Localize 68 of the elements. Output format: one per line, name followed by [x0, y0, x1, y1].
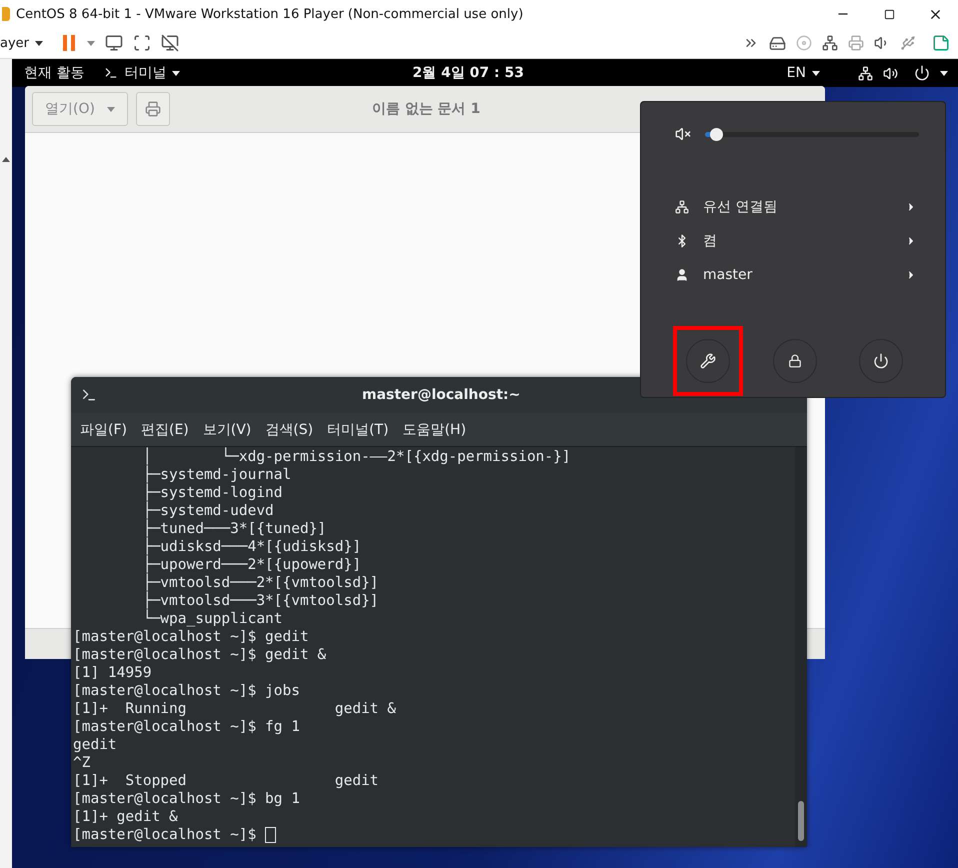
terminal-line: ├─tuned───3*[{tuned}] — [142, 520, 326, 537]
lock-icon — [788, 354, 802, 368]
terminal-line: [1]+ Running gedit & — [73, 700, 396, 718]
power-icon — [873, 353, 889, 369]
settings-button[interactable] — [686, 339, 730, 383]
terminal-title: master@localhost:~ — [362, 387, 520, 403]
terminal-line: ├─systemd-logind — [142, 484, 283, 501]
terminal-line: ├─systemd-udevd — [142, 502, 274, 519]
menu-item[interactable]: 켬 — [641, 224, 945, 258]
terminal-line: [master@localhost ~]$ fg 1 — [73, 718, 300, 736]
input-source-menu[interactable]: EN — [776, 65, 830, 81]
power-icon — [914, 65, 930, 81]
speaker-muted-icon — [675, 126, 691, 142]
terminal-line: [1]+ Stopped gedit — [73, 772, 379, 790]
player-menu[interactable]: ayer — [0, 36, 44, 50]
lock-button[interactable] — [772, 339, 816, 383]
caret-icon[interactable] — [87, 40, 96, 46]
menu-item[interactable]: 편집(E) — [134, 420, 196, 438]
terminal-line: ├─upowerd───2*[{upowerd}] — [142, 556, 362, 573]
pause-button[interactable] — [61, 34, 78, 52]
terminal-line: [master@localhost ~]$ bg 1 — [73, 790, 300, 808]
terminal-line: │ └─xdg-permission-——2*[{xdg-permission-}] — [142, 448, 571, 465]
power-off-button[interactable] — [859, 339, 903, 383]
clock[interactable]: 2월 4일 07 : 53 — [412, 64, 524, 82]
usb-icon[interactable] — [900, 35, 916, 51]
terminal-line: [master@localhost ~]$ gedit — [73, 628, 309, 646]
menu-item[interactable]: 파일(F) — [73, 420, 134, 438]
menu-item[interactable]: 도움말(H) — [396, 420, 474, 438]
terminal-line: [master@localhost ~]$ jobs — [73, 682, 300, 700]
maximize-icon — [884, 8, 894, 20]
activities-button[interactable]: 현재 활동 — [14, 64, 94, 82]
menu-item[interactable]: 보기(V) — [196, 420, 258, 438]
terminal-line: ├─vmtoolsd───2*[{vmtoolsd}] — [142, 574, 379, 591]
terminal-line: ^Z — [73, 754, 90, 772]
menu-item[interactable]: master — [641, 258, 945, 292]
terminal-line: ├─systemd-journal — [142, 466, 292, 483]
fullscreen-icon[interactable] — [133, 34, 152, 52]
menu-item[interactable]: 터미널(T) — [320, 420, 396, 438]
slider-thumb[interactable] — [710, 128, 723, 140]
document-title: 이름 없는 문서 1 — [372, 100, 480, 118]
terminal-icon — [81, 387, 97, 403]
app-menu[interactable]: 터미널 — [94, 64, 190, 82]
app-icon — [2, 7, 10, 21]
terminal-line: [master@localhost ~]$ — [73, 826, 258, 844]
menu-item[interactable]: 검색(S) — [258, 420, 320, 438]
terminal-icon — [104, 66, 118, 80]
terminal-line: [1]+ gedit & — [73, 808, 178, 826]
terminal-line: └─wpa_supplicant — [142, 610, 283, 628]
speaker-icon — [883, 66, 898, 80]
note-icon[interactable] — [932, 34, 950, 52]
menu-item[interactable]: 유선 연결됨 — [641, 190, 945, 224]
monitor-icon[interactable] — [105, 34, 124, 52]
terminal-line: [1] 14959 — [73, 664, 152, 682]
network-icon[interactable] — [822, 35, 838, 51]
terminal-line: gedit — [73, 736, 117, 754]
scrollbar-thumb[interactable] — [798, 801, 804, 841]
drive-icon[interactable] — [769, 34, 786, 52]
settings-icon — [700, 353, 716, 369]
user-icon — [675, 268, 689, 282]
terminal-line: ├─vmtoolsd───3*[{vmtoolsd}] — [142, 592, 379, 609]
new-tab-button[interactable] — [136, 92, 170, 126]
monitor-off-icon[interactable] — [161, 34, 180, 52]
text-cursor — [265, 827, 276, 843]
terminal-line: ├─udisksd───4*[{udisksd}] — [142, 538, 362, 555]
terminal-line: [master@localhost ~]$ gedit & — [73, 646, 326, 664]
window-title: CentOS 8 64-bit 1 - VMware Workstation 16 Player (Non-commercial use only) — [16, 6, 524, 22]
network-icon — [675, 200, 689, 214]
network-icon — [858, 66, 873, 80]
